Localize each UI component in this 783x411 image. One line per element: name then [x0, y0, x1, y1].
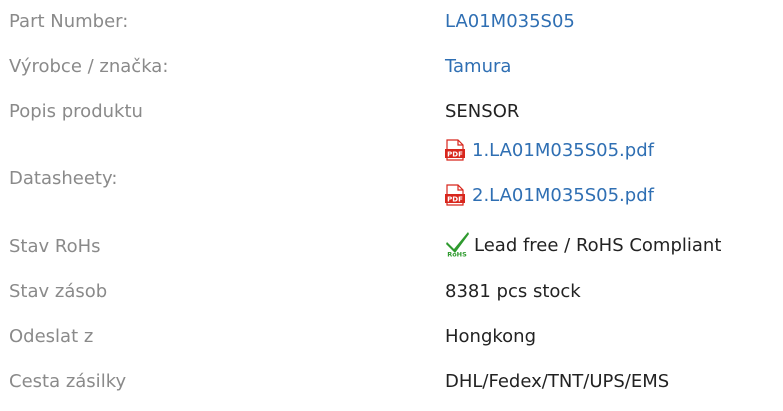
rohs-icon: RoHS — [446, 232, 469, 258]
rohs-value: RoHS Lead free / RoHS Compliant — [445, 230, 721, 257]
row-rohs: Stav RoHs RoHS Lead free / RoHS Complian… — [0, 225, 783, 270]
pdf-icon: PDF — [445, 139, 465, 161]
part-number-label: Part Number: — [9, 11, 129, 32]
row-part-number: Part Number: LA01M035S05 — [0, 0, 783, 45]
product-spec-table: Part Number: LA01M035S05 Výrobce / značk… — [0, 0, 783, 411]
row-description: Popis produktu SENSOR — [0, 90, 783, 135]
row-shipping: Cesta zásilky DHL/Fedex/TNT/UPS/EMS — [0, 360, 783, 405]
datasheet-link-2[interactable]: PDF 2.LA01M035S05.pdf — [445, 184, 654, 206]
manufacturer-label: Výrobce / značka: — [9, 56, 169, 77]
stock-value: 8381 pcs stock — [445, 281, 581, 302]
pdf-icon: PDF — [445, 184, 465, 206]
shipping-label: Cesta zásilky — [9, 371, 127, 392]
datasheet-link-2-text: 2.LA01M035S05.pdf — [472, 184, 654, 206]
shipping-value: DHL/Fedex/TNT/UPS/EMS — [445, 371, 670, 392]
row-ship-from: Odeslat z Hongkong — [0, 315, 783, 360]
rohs-label: Stav RoHs — [9, 236, 101, 257]
description-label: Popis produktu — [9, 101, 143, 122]
row-datasheets: Datasheety: PDF 1.LA01M035S05.pdf PDF 2.… — [0, 135, 783, 225]
part-number-link[interactable]: LA01M035S05 — [445, 11, 575, 32]
description-value: SENSOR — [445, 101, 520, 122]
row-stock: Stav zásob 8381 pcs stock — [0, 270, 783, 315]
rohs-value-text: Lead free / RoHS Compliant — [474, 235, 722, 256]
svg-text:RoHS: RoHS — [447, 251, 467, 258]
ship-from-value: Hongkong — [445, 326, 537, 347]
svg-text:PDF: PDF — [447, 151, 463, 159]
ship-from-label: Odeslat z — [9, 326, 94, 347]
datasheet-link-1[interactable]: PDF 1.LA01M035S05.pdf — [445, 139, 654, 161]
datasheets-label: Datasheety: — [9, 168, 118, 189]
svg-text:PDF: PDF — [447, 196, 463, 204]
spec-rows: Part Number: LA01M035S05 Výrobce / značk… — [0, 0, 783, 405]
manufacturer-link[interactable]: Tamura — [445, 56, 511, 77]
stock-label: Stav zásob — [9, 281, 108, 302]
datasheet-link-1-text: 1.LA01M035S05.pdf — [472, 139, 654, 161]
row-manufacturer: Výrobce / značka: Tamura — [0, 45, 783, 90]
